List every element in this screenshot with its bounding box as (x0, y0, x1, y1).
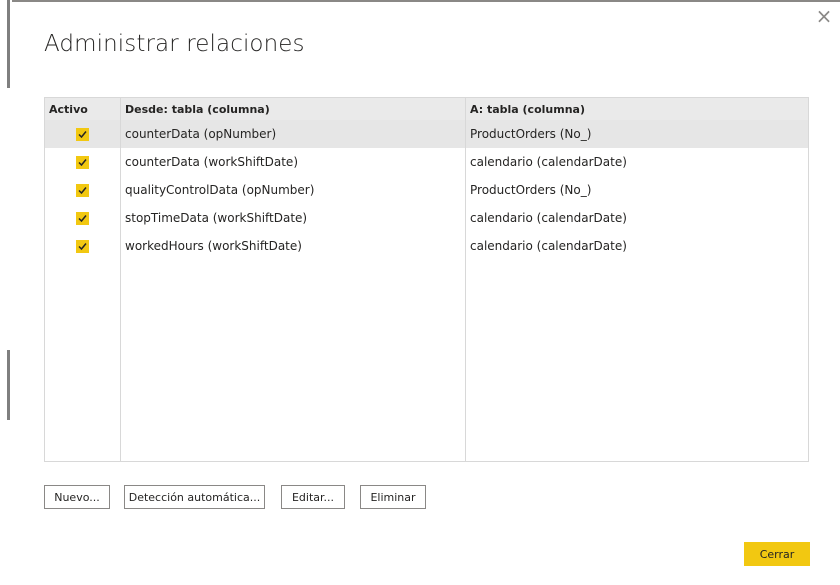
relationships-table: Activo Desde: tabla (columna) A: tabla (… (44, 97, 809, 462)
header-to: A: tabla (columna) (470, 103, 585, 116)
to-cell: calendario (calendarDate) (470, 211, 627, 225)
to-cell: ProductOrders (No_) (470, 127, 592, 141)
to-cell: ProductOrders (No_) (470, 183, 592, 197)
edit-button[interactable]: Editar... (281, 485, 345, 509)
table-header: Activo Desde: tabla (columna) A: tabla (… (45, 98, 808, 121)
close-button[interactable]: Cerrar (744, 542, 810, 566)
checkmark-icon (78, 186, 87, 194)
table-row[interactable]: counterData (workShiftDate) calendario (c… (45, 148, 808, 176)
from-cell: workedHours (workShiftDate) (121, 232, 466, 260)
manage-relationships-dialog: × Administrar relaciones Activo Desde: t… (0, 0, 840, 585)
active-checkbox[interactable] (76, 183, 89, 197)
to-cell: calendario (calendarDate) (470, 239, 627, 253)
active-cell (45, 148, 121, 176)
table-row[interactable]: stopTimeData (workShiftDate) calendario (… (45, 204, 808, 232)
active-checkbox[interactable] (76, 239, 89, 253)
from-cell: stopTimeData (workShiftDate) (121, 204, 466, 232)
active-cell (45, 120, 121, 148)
to-cell: calendario (calendarDate) (470, 155, 627, 169)
checkmark-icon (78, 242, 87, 250)
close-icon[interactable]: × (814, 6, 834, 26)
from-cell: counterData (workShiftDate) (121, 148, 466, 176)
checkmark-icon (78, 158, 87, 166)
from-cell: qualityControlData (opNumber) (121, 176, 466, 204)
table-rows: counterData (opNumber) ProductOrders (No_… (45, 120, 808, 260)
new-button[interactable]: Nuevo... (44, 485, 110, 509)
delete-button[interactable]: Eliminar (360, 485, 426, 509)
active-cell (45, 176, 121, 204)
table-row[interactable]: qualityControlData (opNumber) ProductOrde… (45, 176, 808, 204)
checkmark-icon (78, 214, 87, 222)
active-checkbox[interactable] (76, 211, 89, 225)
autodetect-button[interactable]: Detección automática... (124, 485, 265, 509)
active-checkbox[interactable] (76, 127, 89, 141)
checkmark-icon (78, 130, 87, 138)
table-row[interactable]: workedHours (workShiftDate) calendario (c… (45, 232, 808, 260)
active-cell (45, 204, 121, 232)
dialog-title: Administrar relaciones (44, 31, 305, 57)
from-cell: counterData (opNumber) (121, 120, 466, 148)
header-active: Activo (45, 98, 121, 120)
header-from: Desde: tabla (columna) (121, 98, 466, 120)
table-body: counterData (opNumber) ProductOrders (No_… (45, 120, 808, 461)
active-cell (45, 232, 121, 260)
table-row[interactable]: counterData (opNumber) ProductOrders (No_… (45, 120, 808, 148)
active-checkbox[interactable] (76, 155, 89, 169)
